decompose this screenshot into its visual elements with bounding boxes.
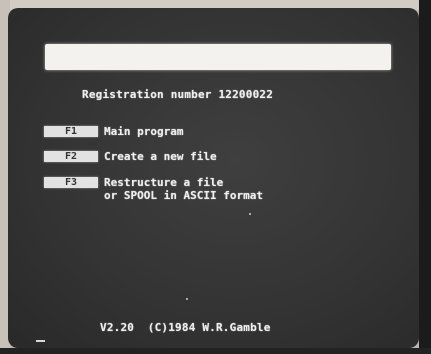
- title-bar: [45, 44, 391, 70]
- menu-item-create-file[interactable]: F2 Create a new file: [44, 150, 374, 179]
- menu-item-label: Restructure a file or SPOOL in ASCII for…: [104, 176, 263, 202]
- menu-item-label: Create a new file: [104, 150, 217, 163]
- version-copyright: V2.20 (C)1984 W.R.Gamble: [100, 321, 271, 334]
- monitor-bezel-right: [419, 0, 431, 354]
- crt-screen: Registration number 12200022 F1 Main pro…: [8, 8, 419, 348]
- menu-item-restructure-file[interactable]: F3 Restructure a file or SPOOL in ASCII …: [44, 176, 374, 205]
- function-key-f2[interactable]: F2: [44, 151, 98, 162]
- text-cursor-icon: [36, 340, 45, 342]
- registration-number: Registration number 12200022: [82, 88, 274, 101]
- screen-speck: [249, 213, 251, 215]
- function-key-f3[interactable]: F3: [44, 177, 98, 188]
- monitor-bezel-bottom: [0, 348, 431, 354]
- function-key-f1[interactable]: F1: [44, 126, 98, 137]
- screen-speck: [186, 298, 188, 300]
- menu-item-label: Main program: [104, 125, 184, 138]
